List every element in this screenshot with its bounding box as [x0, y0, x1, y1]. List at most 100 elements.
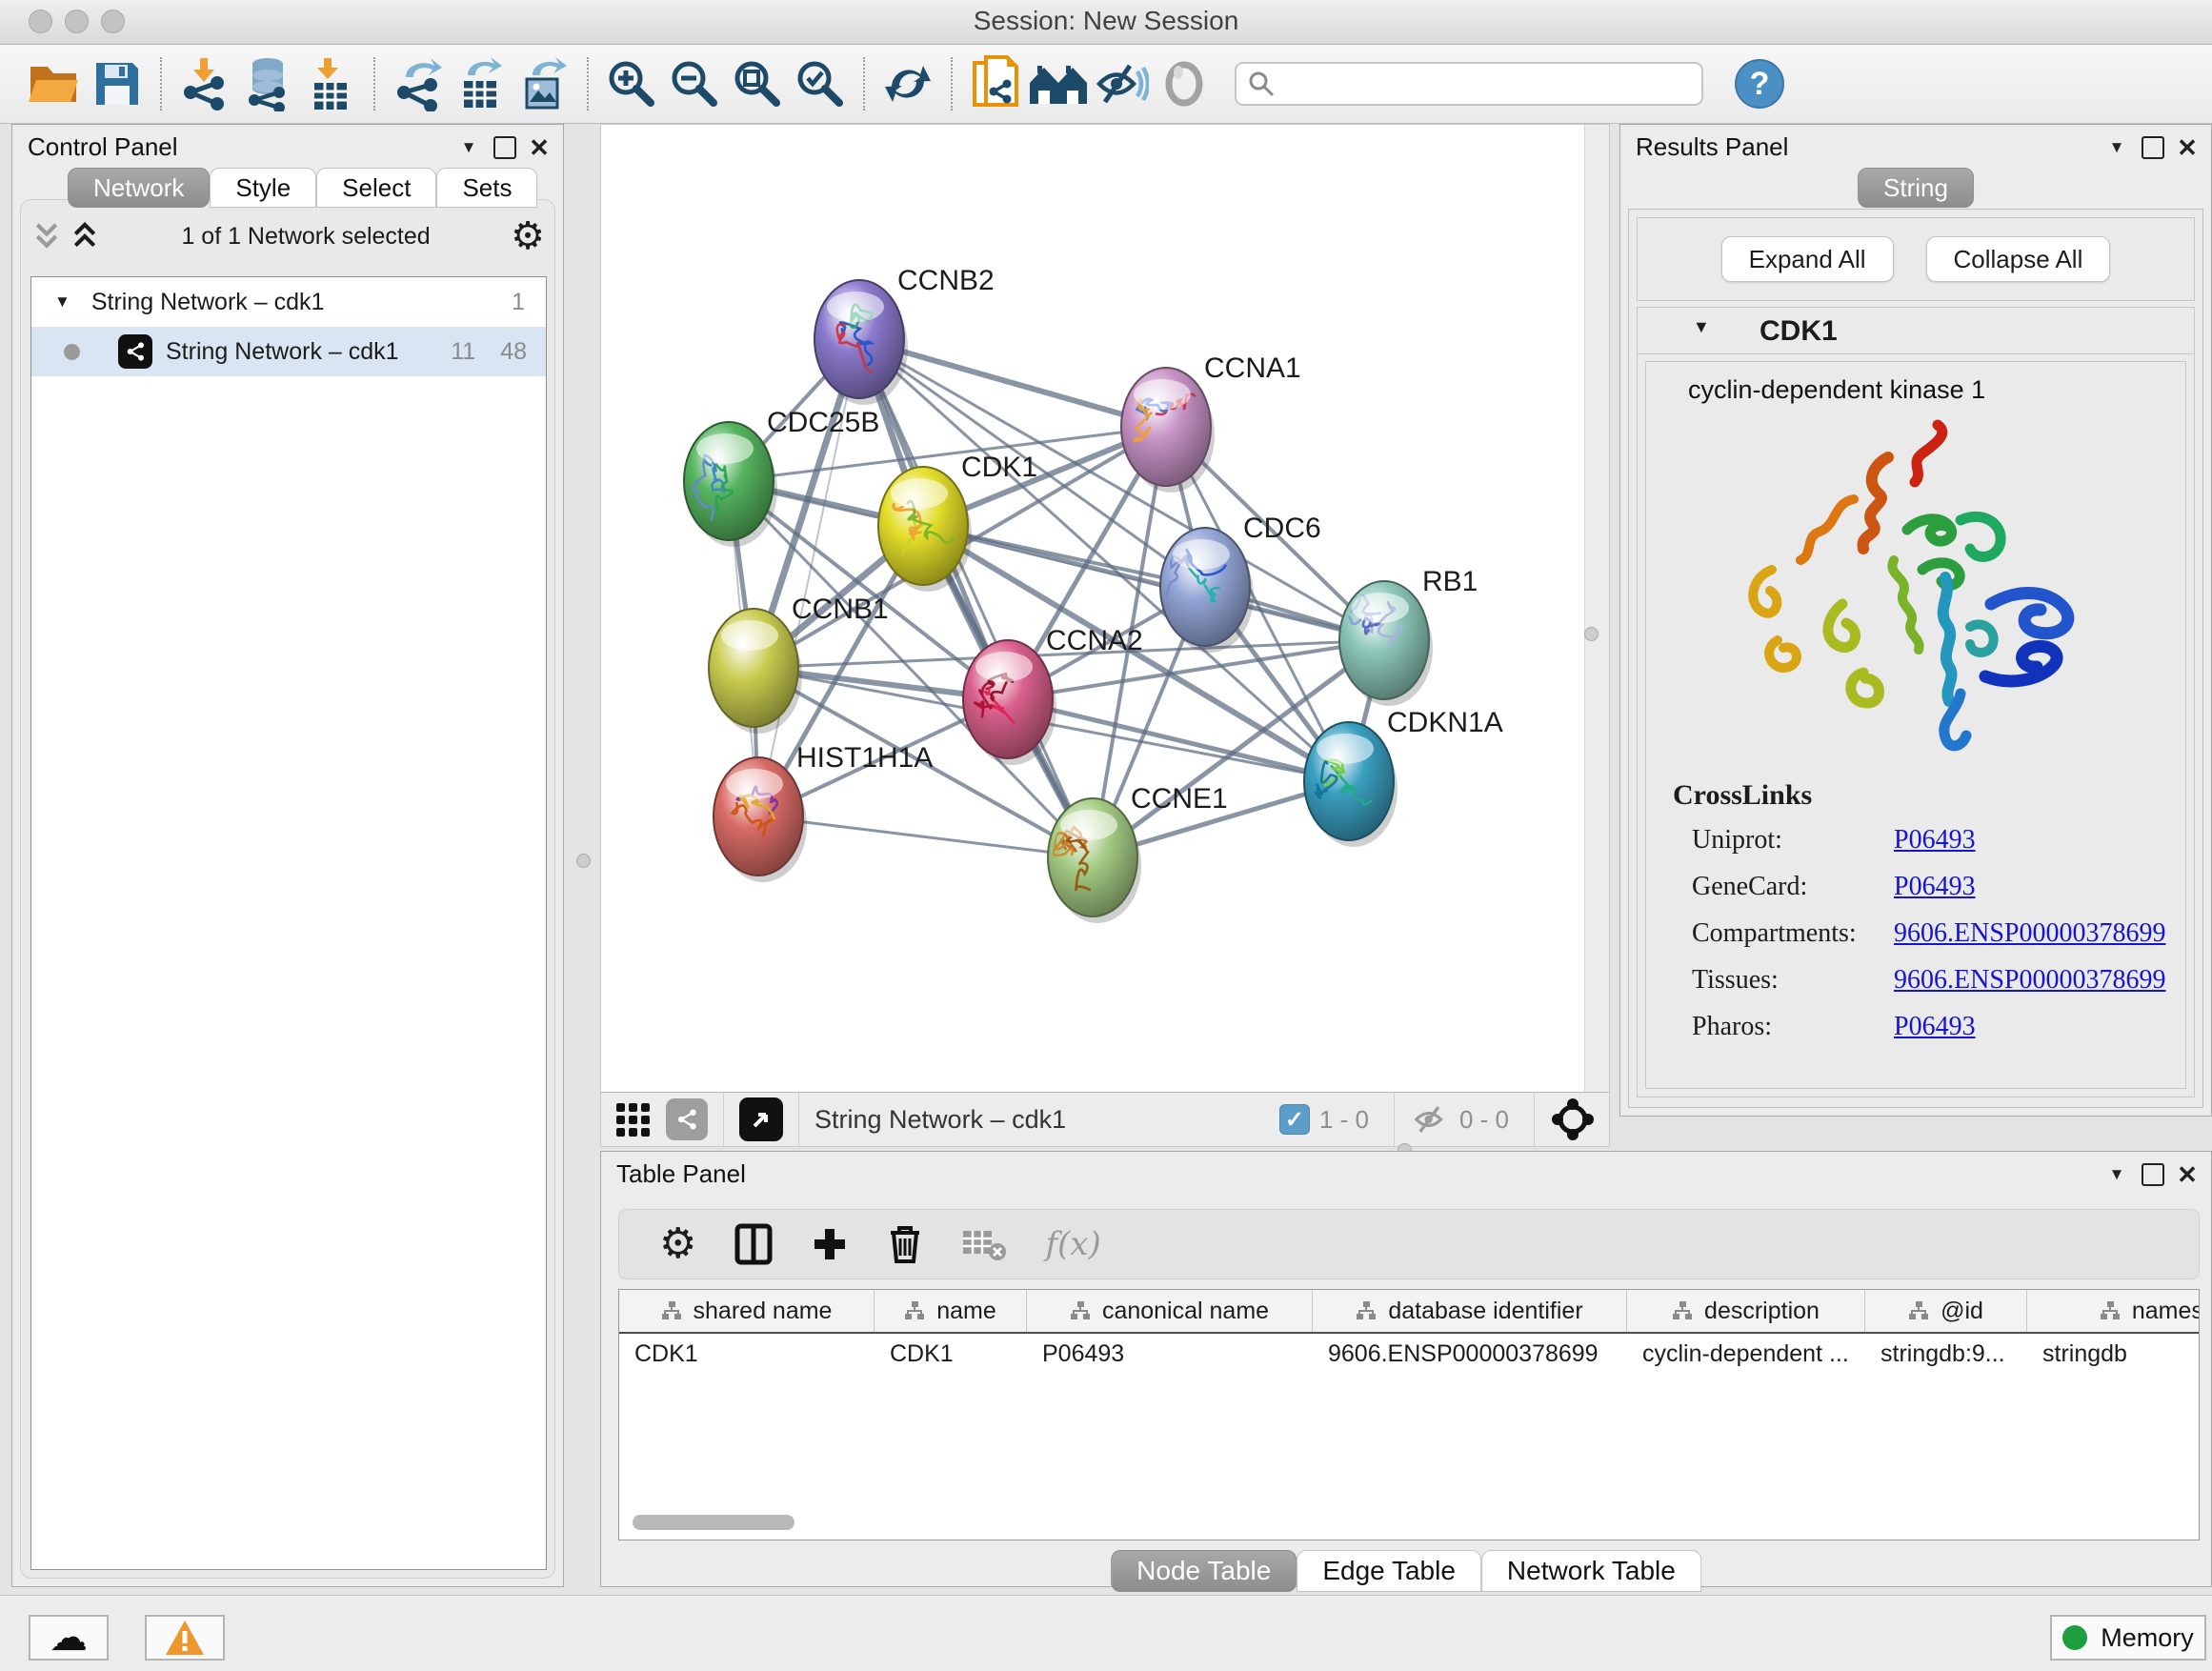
export-image-button[interactable]	[513, 52, 575, 115]
network-collection-row[interactable]: ▼ String Network – cdk1 1	[31, 277, 546, 327]
tab-select[interactable]: Select	[316, 168, 436, 208]
import-network-database-button[interactable]	[236, 52, 299, 115]
table-cell[interactable]: stringdb:9...	[1865, 1334, 2027, 1374]
fit-content-button[interactable]	[726, 52, 789, 115]
crosslink-label: Tissues:	[1692, 965, 1894, 996]
node-CCNA2[interactable]: CCNA2	[963, 625, 1143, 765]
network-share-icon[interactable]	[666, 1098, 708, 1140]
node-CDC25B[interactable]: CDC25B	[684, 407, 879, 547]
crosslink-link[interactable]: P06493	[1894, 872, 2165, 902]
table-cell[interactable]: P06493	[1027, 1334, 1313, 1374]
expand-all-icon[interactable]	[69, 220, 101, 252]
import-network-file-button[interactable]	[173, 52, 236, 115]
memory-button[interactable]: Memory	[2050, 1615, 2206, 1661]
column-header-name[interactable]: name	[875, 1290, 1027, 1332]
node-CDC6[interactable]: CDC6	[1160, 513, 1321, 653]
crosslink-link[interactable]: 9606.ENSP00000378699	[1894, 918, 2165, 949]
expand-all-button[interactable]: Expand All	[1721, 236, 1894, 282]
gene-section-header[interactable]: ▼ CDK1	[1638, 308, 2194, 354]
selected-nodes-checkbox[interactable]: ✓	[1279, 1104, 1310, 1135]
node-CCNE1[interactable]: CCNE1	[1048, 783, 1228, 923]
export-network-button[interactable]	[387, 52, 450, 115]
title-bar: Session: New Session	[0, 0, 2212, 45]
help-button[interactable]: ?	[1728, 52, 1791, 115]
right-splitter-handle[interactable]	[1584, 627, 1599, 641]
network-canvas[interactable]: CCNB2CCNA1CDC25BCDK1CDC6RB1CCNB1CCNA2CDK…	[601, 125, 1585, 1093]
tab-network-table[interactable]: Network Table	[1481, 1550, 1701, 1592]
save-session-button[interactable]	[86, 52, 149, 115]
cloud-button[interactable]: ☁	[29, 1615, 109, 1661]
maximize-panel-icon[interactable]	[491, 134, 519, 161]
table-cell[interactable]: 9606.ENSP00000378699	[1313, 1334, 1627, 1374]
gene-collapse-icon[interactable]: ▼	[1693, 317, 1710, 337]
search-input[interactable]	[1275, 70, 1690, 98]
crosshair-icon[interactable]	[1550, 1097, 1596, 1142]
tab-network[interactable]: Network	[68, 168, 210, 208]
string-home-button[interactable]	[1027, 52, 1090, 115]
column-header-shared-name[interactable]: shared name	[619, 1290, 875, 1332]
table-horizontal-scrollbar[interactable]	[633, 1515, 794, 1530]
tab-string[interactable]: String	[1858, 168, 1974, 208]
tab-sets[interactable]: Sets	[436, 168, 537, 208]
column-header-at-id[interactable]: @id	[1865, 1290, 2027, 1332]
float-panel-icon[interactable]: ▼	[2102, 134, 2131, 161]
float-panel-icon[interactable]: ▼	[2102, 1161, 2131, 1188]
add-column-icon[interactable]	[811, 1225, 849, 1263]
maximize-panel-icon[interactable]	[2139, 134, 2167, 161]
hidden-eye-icon[interactable]	[1410, 1103, 1450, 1136]
apply-layout-button[interactable]	[876, 52, 939, 115]
show-graphics-button[interactable]	[1153, 52, 1216, 115]
open-session-button[interactable]	[23, 52, 86, 115]
warnings-button[interactable]	[145, 1615, 225, 1661]
column-header-canonical-name[interactable]: canonical name	[1027, 1290, 1313, 1332]
tab-node-table[interactable]: Node Table	[1111, 1550, 1297, 1592]
grid-view-icon[interactable]	[614, 1101, 651, 1137]
table-cell[interactable]: stringdb	[2027, 1334, 2200, 1374]
show-columns-icon[interactable]	[734, 1223, 773, 1265]
collapse-all-button[interactable]: Collapse All	[1926, 236, 2111, 282]
column-header-description[interactable]: description	[1627, 1290, 1865, 1332]
table-row[interactable]: CDK1CDK1P064939606.ENSP00000378699cyclin…	[619, 1334, 2199, 1374]
toolbar-separator	[587, 57, 589, 111]
crosslink-link[interactable]: 9606.ENSP00000378699	[1894, 965, 2165, 996]
zoom-selected-button[interactable]	[789, 52, 852, 115]
table-cell[interactable]: CDK1	[619, 1334, 875, 1374]
tab-style[interactable]: Style	[210, 168, 316, 208]
string-import-button[interactable]	[964, 52, 1027, 115]
node-CDK1[interactable]: CDK1	[878, 452, 1037, 592]
float-panel-icon[interactable]: ▼	[454, 134, 483, 161]
delete-table-icon[interactable]	[961, 1227, 1007, 1261]
export-table-button[interactable]	[450, 52, 513, 115]
hide-graphics-button[interactable]	[1090, 52, 1153, 115]
table-cell[interactable]: CDK1	[875, 1334, 1027, 1374]
network-options-gear-icon[interactable]: ⚙	[511, 217, 545, 255]
node-RB1[interactable]: RB1	[1339, 566, 1478, 706]
table-options-gear-icon[interactable]: ⚙	[659, 1225, 696, 1263]
zoom-in-button[interactable]	[600, 52, 663, 115]
table-cell[interactable]: cyclin-dependent ...	[1627, 1334, 1865, 1374]
edge-CCNB2-CCNE1[interactable]	[859, 339, 1093, 857]
birds-eye-view-icon[interactable]	[739, 1097, 783, 1141]
close-panel-icon[interactable]: ✕	[2173, 134, 2202, 161]
edge-HIST1H1A-CCNE1[interactable]	[758, 816, 1093, 857]
node-HIST1H1A[interactable]: HIST1H1A	[714, 742, 933, 882]
node-CDKN1A[interactable]: CDKN1A	[1304, 707, 1503, 847]
close-panel-icon[interactable]: ✕	[2173, 1161, 2202, 1188]
delete-column-icon[interactable]	[887, 1223, 923, 1265]
close-panel-icon[interactable]: ✕	[525, 134, 553, 161]
network-row[interactable]: String Network – cdk1 11 48	[31, 327, 546, 376]
crosslink-link[interactable]: P06493	[1894, 825, 2165, 856]
node-CCNB2[interactable]: CCNB2	[814, 265, 995, 405]
tab-edge-table[interactable]: Edge Table	[1297, 1550, 1481, 1592]
collection-expand-icon[interactable]: ▼	[54, 292, 70, 312]
collapse-all-icon[interactable]	[30, 220, 63, 252]
function-builder-icon[interactable]: f(x)	[1045, 1225, 1100, 1263]
zoom-out-button[interactable]	[663, 52, 726, 115]
search-box[interactable]	[1235, 62, 1703, 106]
maximize-panel-icon[interactable]	[2139, 1161, 2167, 1188]
crosslink-link[interactable]: P06493	[1894, 1012, 2165, 1042]
column-header-namespace[interactable]: namespace	[2027, 1290, 2200, 1332]
column-header-database-identifier[interactable]: database identifier	[1313, 1290, 1627, 1332]
import-table-button[interactable]	[299, 52, 362, 115]
left-splitter-handle[interactable]	[576, 854, 591, 868]
